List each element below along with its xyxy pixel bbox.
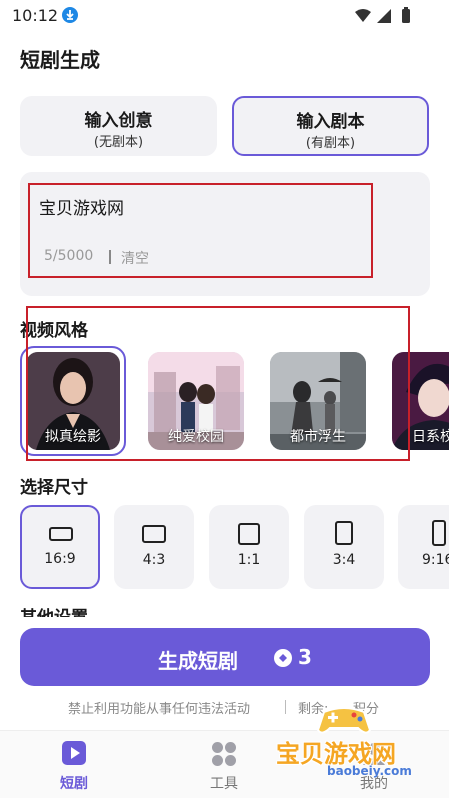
mode-card-subtitle: (有剧本) xyxy=(305,136,356,151)
mode-card-script[interactable]: 输入剧本 (有剧本) xyxy=(232,96,429,156)
char-count: 5/5000 xyxy=(44,248,94,264)
style-label: 日系校 xyxy=(412,429,449,445)
nav-label: 工具 xyxy=(210,776,238,792)
section-title-video-style: 视频风格 xyxy=(20,321,88,341)
bottom-nav: 短剧 工具 我的 xyxy=(0,730,449,798)
generate-cost: 3 xyxy=(298,645,312,669)
style-card-campus[interactable]: 纯爱校园 xyxy=(148,352,244,450)
user-icon xyxy=(363,743,385,765)
points-icon xyxy=(274,649,292,667)
aspect-9-16-icon xyxy=(432,520,446,546)
download-icon xyxy=(62,7,78,23)
generate-label: 生成短剧 xyxy=(158,649,238,673)
style-card-japanese[interactable]: 日系校 xyxy=(392,352,449,450)
aspect-16-9-icon xyxy=(49,527,73,541)
generate-button[interactable]: 生成短剧 3 xyxy=(20,628,430,686)
size-option-4-3[interactable]: 4:3 xyxy=(114,505,194,589)
style-card-realistic[interactable]: 拟真绘影 xyxy=(20,346,126,456)
play-icon xyxy=(62,741,86,765)
size-option-9-16[interactable]: 9:16 xyxy=(398,505,449,589)
size-label: 1:1 xyxy=(237,552,261,568)
size-label: 16:9 xyxy=(44,551,76,567)
points-label: 积分 xyxy=(353,702,380,717)
mode-card-title: 输入剧本 xyxy=(296,112,365,132)
size-option-3-4[interactable]: 3:4 xyxy=(304,505,384,589)
status-bar: 10:12 xyxy=(0,0,449,32)
status-time: 10:12 xyxy=(12,6,59,25)
section-title-size: 选择尺寸 xyxy=(20,478,88,498)
size-label: 3:4 xyxy=(332,552,356,568)
nav-item-mine[interactable]: 我的 xyxy=(324,731,424,798)
divider xyxy=(109,250,111,264)
grid-icon xyxy=(212,742,236,766)
aspect-3-4-icon xyxy=(335,521,353,545)
script-input[interactable]: 宝贝游戏网 5/5000 清空 xyxy=(20,172,430,296)
divider xyxy=(285,700,286,714)
nav-label: 短剧 xyxy=(60,776,88,792)
script-input-value[interactable]: 宝贝游戏网 xyxy=(39,194,124,219)
style-label: 纯爱校园 xyxy=(168,429,224,445)
size-option-16-9[interactable]: 16:9 xyxy=(20,505,100,589)
size-label: 4:3 xyxy=(142,552,166,568)
page-title: 短剧生成 xyxy=(20,48,100,72)
aspect-4-3-icon xyxy=(142,525,166,543)
mode-card-subtitle: (无剧本) xyxy=(93,135,144,150)
mode-card-idea[interactable]: 输入创意 (无剧本) xyxy=(20,96,217,156)
nav-item-drama[interactable]: 短剧 xyxy=(24,731,124,798)
size-label: 9:16 xyxy=(422,552,449,568)
section-title-other-settings: 其他设置 xyxy=(20,603,88,617)
style-label: 都市浮生 xyxy=(290,429,346,445)
size-option-1-1[interactable]: 1:1 xyxy=(209,505,289,589)
clear-button[interactable]: 清空 xyxy=(121,248,149,268)
nav-item-tools[interactable]: 工具 xyxy=(174,731,274,798)
mode-card-title: 输入创意 xyxy=(84,111,153,131)
style-card-urban[interactable]: 都市浮生 xyxy=(270,352,366,450)
aspect-1-1-icon xyxy=(238,523,260,545)
remaining-label: 剩余: xyxy=(298,702,329,717)
style-list: 拟真绘影 纯爱校园 都市浮生 日系校 xyxy=(0,346,449,458)
nav-label: 我的 xyxy=(360,776,388,792)
usage-notice: 禁止利用功能从事任何违法活动 xyxy=(68,702,251,717)
system-status-icons xyxy=(355,7,410,23)
style-label: 拟真绘影 xyxy=(45,429,101,445)
